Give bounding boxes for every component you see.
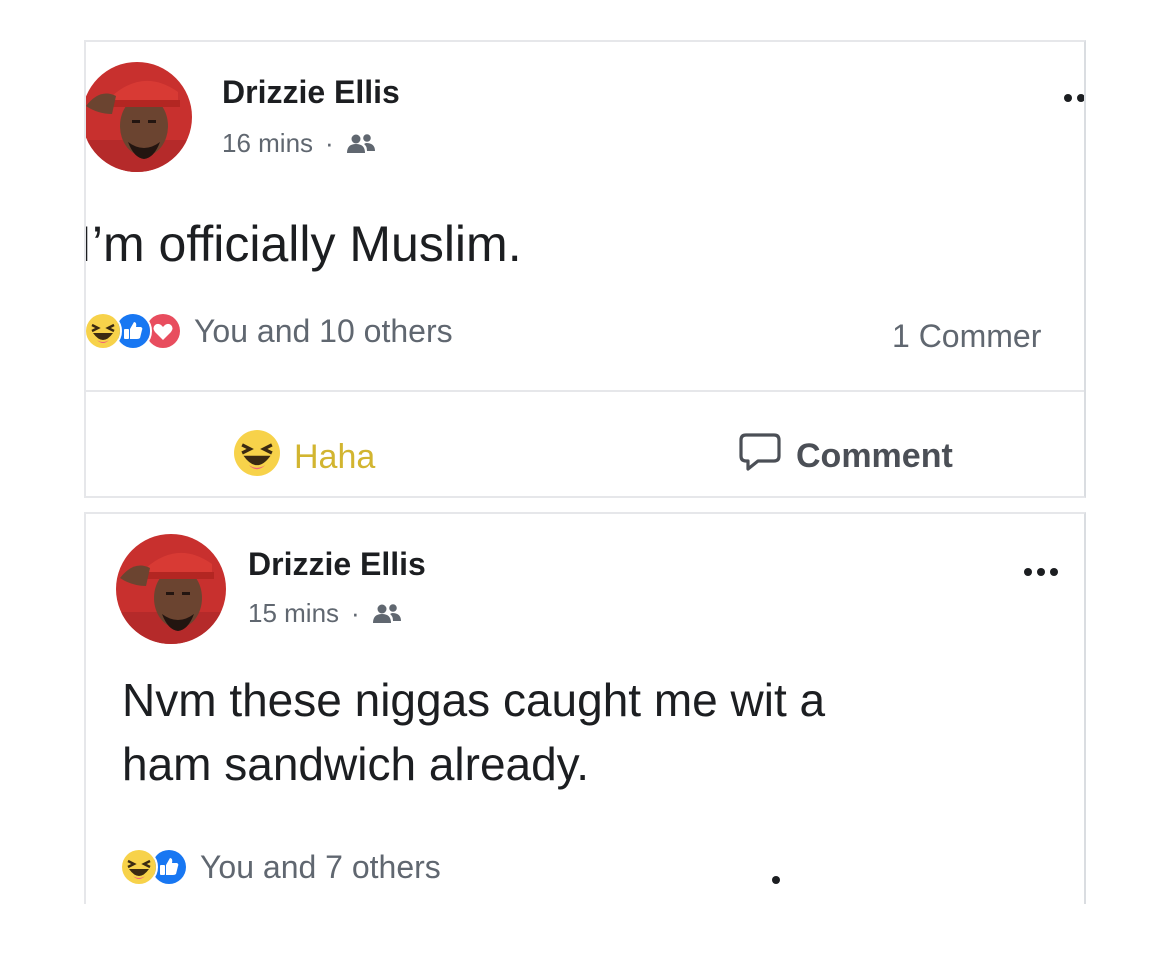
post-meta: 16 mins · xyxy=(222,128,376,159)
haha-icon xyxy=(86,312,122,350)
post-card: Drizzie Ellis 16 mins · I’m officially M… xyxy=(84,40,1086,498)
friends-icon[interactable] xyxy=(372,603,402,625)
haha-icon xyxy=(120,848,158,886)
author-name[interactable]: Drizzie Ellis xyxy=(222,74,400,111)
author-name[interactable]: Drizzie Ellis xyxy=(248,546,426,583)
post-time[interactable]: 16 mins xyxy=(222,128,313,159)
post-text-line: ham sandwich already. xyxy=(122,738,590,790)
meta-separator: · xyxy=(351,598,360,628)
haha-icon xyxy=(234,430,280,485)
post-text-line: I’m officially Muslim. xyxy=(84,216,522,272)
post-text: Nvm these niggas caught me wit a ham san… xyxy=(122,668,825,796)
post-meta: 15 mins · xyxy=(248,598,402,629)
more-options-icon[interactable] xyxy=(1064,94,1084,102)
stray-dot xyxy=(772,876,780,884)
friends-icon[interactable] xyxy=(346,133,376,155)
avatar[interactable] xyxy=(116,534,226,644)
post-text: I’m officially Muslim. xyxy=(84,214,522,274)
post-text-line: Nvm these niggas caught me wit a xyxy=(122,674,826,726)
reactions-summary[interactable]: You and 10 others xyxy=(86,312,453,350)
comments-count[interactable]: 1 Commer xyxy=(892,318,1041,355)
comment-icon xyxy=(738,432,782,481)
reactions-summary[interactable]: You and 7 others xyxy=(120,848,441,886)
post-time[interactable]: 15 mins xyxy=(248,598,339,629)
comment-button[interactable]: Comment xyxy=(738,432,953,481)
post-card: Drizzie Ellis 15 mins · Nvm these niggas… xyxy=(84,512,1086,904)
haha-label: Haha xyxy=(294,438,376,476)
comment-label: Comment xyxy=(796,437,953,475)
divider xyxy=(86,390,1084,392)
meta-separator: · xyxy=(325,128,334,158)
reactions-count[interactable]: You and 7 others xyxy=(200,849,441,886)
haha-button[interactable]: Haha xyxy=(234,430,375,485)
reactions-count[interactable]: You and 10 others xyxy=(194,313,453,350)
more-options-icon[interactable] xyxy=(1024,568,1058,576)
avatar[interactable] xyxy=(86,62,192,172)
